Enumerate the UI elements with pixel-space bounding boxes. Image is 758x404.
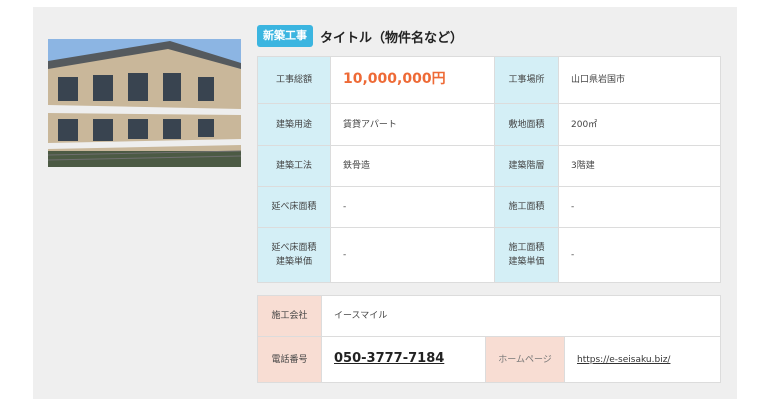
detail-label: 工事総額 bbox=[257, 56, 331, 104]
homepage-link[interactable]: https://e-seisaku.biz/ bbox=[577, 355, 670, 365]
detail-label: 建築階層 bbox=[494, 145, 559, 187]
homepage-cell: https://e-seisaku.biz/ bbox=[564, 336, 721, 383]
table-row: 延べ床面積 - 施工面積 - bbox=[257, 186, 721, 228]
table-row: 電話番号 050-3777-7184 ホームページ https://e-seis… bbox=[257, 336, 721, 383]
detail-value: 賃貸アパート bbox=[330, 103, 495, 146]
phone-link[interactable]: 050-3777-7184 bbox=[334, 351, 444, 366]
detail-label: 工事場所 bbox=[494, 56, 559, 104]
table-row: 施工会社 イースマイル bbox=[257, 295, 721, 337]
phone-label: 電話番号 bbox=[257, 336, 322, 383]
header: 新築工事 タイトル（物件名など） bbox=[257, 24, 463, 48]
detail-label: 延べ床面積 bbox=[257, 186, 331, 228]
table-row: 延べ床面積 建築単価 - 施工面積 建築単価 - bbox=[257, 227, 721, 283]
detail-value: 10,000,000円 bbox=[330, 56, 495, 104]
total-price: 10,000,000円 bbox=[343, 71, 446, 87]
detail-label: 敷地面積 bbox=[494, 103, 559, 146]
company-label: 施工会社 bbox=[257, 295, 322, 337]
detail-label: 施工面積 建築単価 bbox=[494, 227, 559, 283]
contractor-table: 施工会社 イースマイル 電話番号 050-3777-7184 ホームページ ht… bbox=[257, 295, 721, 383]
detail-value: 鉄骨造 bbox=[330, 145, 495, 187]
company-name: イースマイル bbox=[321, 295, 721, 337]
detail-label: 建築工法 bbox=[257, 145, 331, 187]
detail-value: 3階建 bbox=[558, 145, 721, 187]
status-badge: 新築工事 bbox=[257, 25, 313, 47]
table-row: 工事総額 10,000,000円 工事場所 山口県岩国市 bbox=[257, 56, 721, 104]
detail-label-line: 建築単価 bbox=[508, 257, 545, 267]
detail-label-line: 施工面積 bbox=[508, 243, 545, 253]
table-row: 建築用途 賃貸アパート 敷地面積 200㎡ bbox=[257, 103, 721, 146]
detail-value: - bbox=[330, 227, 495, 283]
page-title: タイトル（物件名など） bbox=[320, 30, 464, 46]
detail-value: - bbox=[558, 227, 721, 283]
phone-cell: 050-3777-7184 bbox=[321, 336, 486, 383]
detail-value: 200㎡ bbox=[558, 103, 721, 146]
details-table: 工事総額 10,000,000円 工事場所 山口県岩国市 建築用途 賃貸アパート… bbox=[257, 56, 721, 283]
detail-label-line: 建築単価 bbox=[275, 257, 312, 267]
detail-value: 山口県岩国市 bbox=[558, 56, 721, 104]
detail-label: 建築用途 bbox=[257, 103, 331, 146]
detail-label: 施工面積 bbox=[494, 186, 559, 228]
detail-label-line: 延べ床面積 bbox=[271, 243, 317, 253]
detail-label: 延べ床面積 建築単価 bbox=[257, 227, 331, 283]
property-photo bbox=[48, 39, 241, 167]
detail-value: - bbox=[558, 186, 721, 228]
detail-value: - bbox=[330, 186, 495, 228]
table-row: 建築工法 鉄骨造 建築階層 3階建 bbox=[257, 145, 721, 187]
homepage-label: ホームページ bbox=[485, 336, 565, 383]
